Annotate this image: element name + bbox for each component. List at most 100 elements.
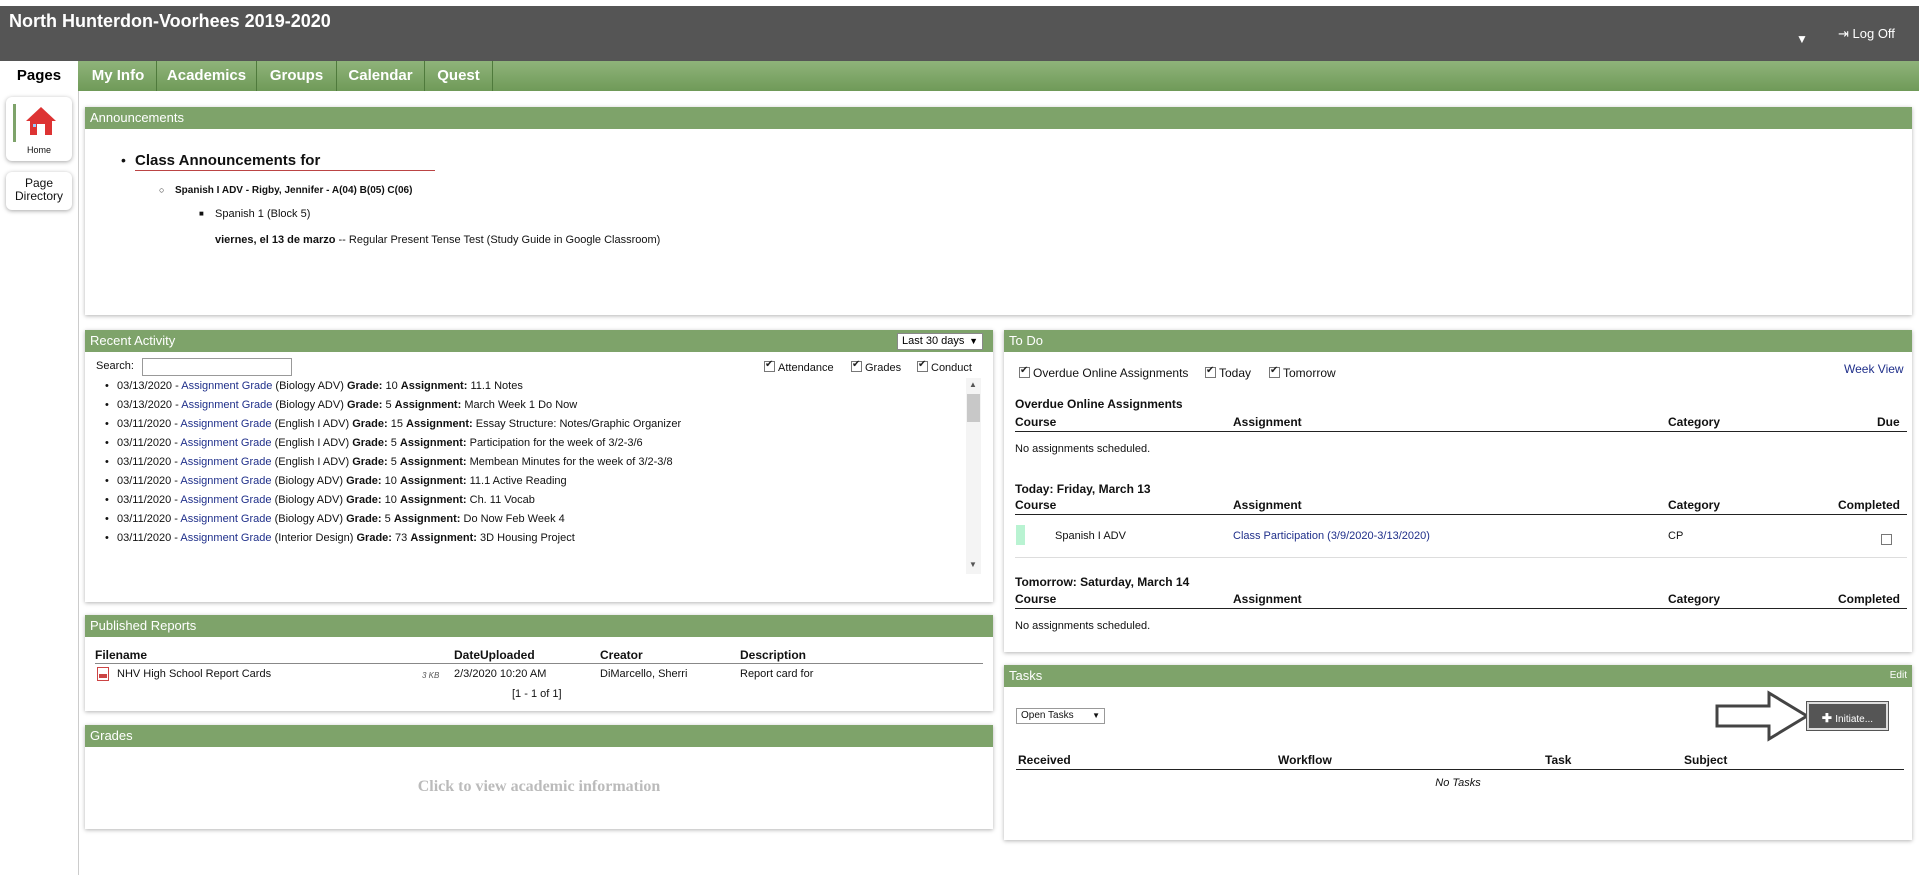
today-checkbox[interactable] (1205, 365, 1216, 378)
tomorrow-col-category: Category (1668, 592, 1721, 606)
activity-course: (Interior Design) (271, 532, 357, 544)
square-bullet: ■ (199, 209, 204, 218)
filter-attendance[interactable]: Attendance (764, 359, 834, 374)
completed-checkbox-box[interactable] (1881, 534, 1892, 545)
header-menu-chevron-icon[interactable]: ▼ (1796, 32, 1808, 46)
tasks-filter-select[interactable]: Open Tasks ▼ (1016, 708, 1105, 724)
week-view-link[interactable]: Week View (1844, 362, 1904, 376)
activity-date: 03/11/2020 - (117, 513, 181, 525)
activity-key-1: Grade: (352, 456, 388, 468)
tab-calendar[interactable]: Calendar (337, 61, 425, 91)
tomorrow-filter-label: Tomorrow (1283, 366, 1336, 380)
activity-key-2: Assignment: (393, 513, 461, 525)
activity-type-link[interactable]: Assignment Grade (180, 437, 271, 449)
filter-tomorrow[interactable]: Tomorrow (1269, 365, 1336, 380)
overdue-section-title: Overdue Online Assignments (1015, 397, 1183, 411)
grades-panel: Grades Click to view academic informatio… (85, 725, 993, 829)
grades-checkbox[interactable] (851, 359, 862, 372)
initiate-button[interactable]: ✚ Initiate... (1807, 702, 1888, 730)
tab-my-info[interactable]: My Info (80, 61, 157, 91)
tomorrow-empty: No assignments scheduled. (1015, 620, 1151, 632)
logoff-button[interactable]: ⇥ Log Off (1838, 26, 1895, 42)
activity-value-2: Ch. 11 Vocab (466, 494, 535, 506)
tomorrow-col-completed: Completed (1838, 592, 1901, 606)
chevron-down-icon: ▼ (969, 336, 978, 346)
announcements-panel: Announcements • Class Announcements for … (85, 107, 1912, 315)
app-header: North Hunterdon-Voorhees 2019-2020 ▼ ⇥ L… (0, 6, 1919, 61)
activity-type-link[interactable]: Assignment Grade (180, 532, 271, 544)
tab-quest[interactable]: Quest (425, 61, 493, 91)
activity-key-2: Assignment: (399, 456, 467, 468)
activity-type-link[interactable]: Assignment Grade (180, 456, 271, 468)
filter-today[interactable]: Today (1205, 365, 1251, 380)
scroll-up-icon[interactable]: ▲ (969, 380, 977, 389)
today-col-course: Course (1015, 498, 1057, 512)
tomorrow-section-title: Tomorrow: Saturday, March 14 (1015, 575, 1190, 589)
page-directory-label-2: Directory (14, 189, 63, 203)
activity-value-1: 10 (381, 494, 400, 506)
activity-item: 03/11/2020 - Assignment Grade (English I… (105, 453, 965, 472)
activity-value-1: 73 (391, 532, 411, 544)
tab-academics[interactable]: Academics (157, 61, 257, 91)
activity-type-link[interactable]: Assignment Grade (180, 494, 271, 506)
activity-date: 03/11/2020 - (117, 418, 181, 430)
col-filename: Filename (95, 648, 148, 662)
activity-course: (Biology ADV) (272, 399, 347, 411)
activity-value-2: Essay Structure: Notes/Graphic Organizer (472, 418, 682, 430)
activity-type-link[interactable]: Assignment Grade (180, 513, 271, 525)
activity-scrollbar[interactable]: ▲ ▼ (966, 378, 981, 574)
reports-pager[interactable]: [1 - 1 of 1] (512, 688, 562, 700)
activity-value-1: 5 (382, 399, 395, 411)
sidebar-divider (78, 91, 79, 875)
scroll-down-icon[interactable]: ▼ (969, 560, 977, 569)
today-row-assignment-link[interactable]: Class Participation (3/9/2020-3/13/2020) (1233, 530, 1430, 542)
activity-type-link[interactable]: Assignment Grade (181, 399, 272, 411)
activity-type-link[interactable]: Assignment Grade (181, 380, 272, 392)
sidebar-page-directory-button[interactable]: Page Directory (6, 172, 72, 210)
activity-key-2: Assignment: (399, 494, 467, 506)
tomorrow-checkbox[interactable] (1269, 365, 1280, 378)
tasks-edit-link[interactable]: Edit (1890, 665, 1907, 687)
scrollbar-thumb[interactable] (967, 394, 980, 422)
overdue-empty: No assignments scheduled. (1015, 443, 1151, 455)
plus-icon: ✚ (1821, 711, 1836, 725)
today-row-divider (1015, 557, 1907, 558)
range-select[interactable]: Last 30 days ▼ (897, 333, 983, 350)
activity-key-1: Grade: (352, 437, 388, 449)
col-creator: Creator (600, 648, 643, 662)
tomorrow-col-course: Course (1015, 592, 1057, 606)
filter-conduct[interactable]: Conduct (917, 359, 972, 374)
view-academic-info-link[interactable]: Click to view academic information (85, 778, 993, 796)
attendance-checkbox[interactable] (764, 359, 775, 372)
overdue-col-assignment: Assignment (1233, 415, 1302, 429)
search-input[interactable] (142, 358, 292, 376)
today-completed-checkbox[interactable] (1881, 531, 1895, 549)
pdf-icon (97, 667, 109, 681)
range-select-value: Last 30 days (902, 335, 965, 347)
tab-groups[interactable]: Groups (257, 61, 337, 91)
report-creator: DiMarcello, Sherri (600, 668, 688, 680)
overdue-col-category: Category (1668, 415, 1721, 429)
tab-pages[interactable]: Pages (0, 61, 78, 91)
overdue-col-course: Course (1015, 415, 1057, 429)
filter-overdue[interactable]: Overdue Online Assignments (1019, 365, 1188, 380)
activity-type-link[interactable]: Assignment Grade (180, 418, 271, 430)
overdue-checkbox[interactable] (1019, 365, 1030, 378)
activity-course: (Biology ADV) (272, 380, 347, 392)
tasks-col-received: Received (1018, 753, 1071, 767)
today-col-completed: Completed (1838, 498, 1901, 512)
activity-key-1: Grade: (346, 475, 382, 487)
filter-grades[interactable]: Grades (851, 359, 901, 374)
report-filename-link[interactable]: NHV High School Report Cards (117, 668, 271, 680)
tomorrow-header-line (1015, 608, 1907, 609)
announcements-header: Announcements (85, 107, 1912, 129)
recent-activity-panel: Recent Activity Last 30 days ▼ Search: At… (85, 330, 993, 602)
report-date: 2/3/2020 10:20 AM (454, 668, 547, 680)
todo-header: To Do (1004, 330, 1912, 352)
activity-type-link[interactable]: Assignment Grade (180, 475, 271, 487)
activity-key-1: Grade: (346, 513, 382, 525)
conduct-checkbox[interactable] (917, 359, 928, 372)
activity-date: 03/13/2020 - (117, 380, 182, 392)
sidebar-home-button[interactable]: Home (6, 97, 72, 161)
grades-header: Grades (85, 725, 993, 747)
